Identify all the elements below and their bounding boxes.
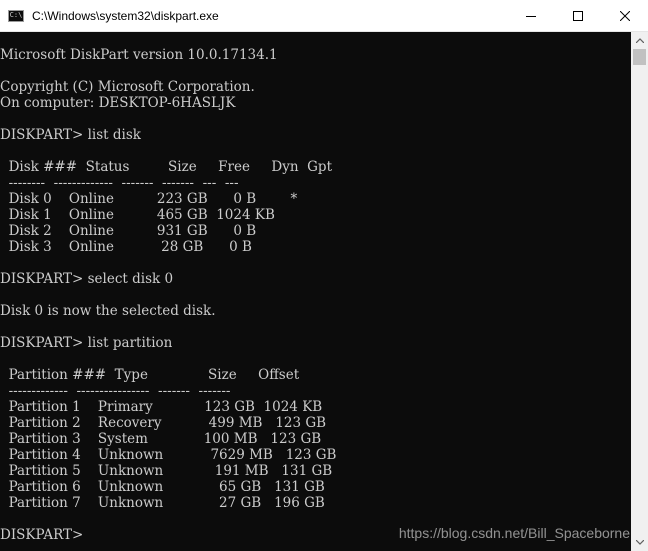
console-line: DISKPART> list partition: [0, 335, 173, 351]
console-output: Microsoft DiskPart version 10.0.17134.1 …: [0, 47, 336, 543]
console-line: Disk 3 Online 28 GB 0 B: [0, 239, 252, 255]
console-icon[interactable]: C:\: [8, 9, 24, 22]
console-line: Partition 4 Unknown 7629 MB 123 GB: [0, 447, 337, 463]
minimize-button[interactable]: [507, 0, 554, 31]
console-line: ------------- ---------------- ------- -…: [0, 383, 231, 399]
console-line: Partition 6 Unknown 65 GB 131 GB: [0, 479, 325, 495]
maximize-button[interactable]: [554, 0, 601, 31]
console-line: DISKPART> select disk 0: [0, 271, 174, 287]
console-line: DISKPART>: [0, 527, 88, 543]
console-area[interactable]: Microsoft DiskPart version 10.0.17134.1 …: [0, 32, 631, 551]
console-line: Copyright (C) Microsoft Corporation.: [0, 79, 255, 95]
console-line: Disk ### Status Size Free Dyn Gpt: [0, 159, 332, 175]
console-line: Partition 3 System 100 MB 123 GB: [0, 431, 322, 447]
chevron-up-icon: [635, 38, 644, 43]
console-line: Disk 0 is now the selected disk.: [0, 303, 216, 319]
close-button[interactable]: [601, 0, 648, 31]
maximize-icon: [572, 10, 583, 21]
console-line: DISKPART> list disk: [0, 127, 141, 143]
watermark: https://blog.csdn.net/Bill_Spaceborne: [398, 525, 630, 541]
scroll-up-button[interactable]: [631, 32, 648, 49]
scroll-thumb[interactable]: [633, 49, 646, 65]
chevron-down-icon: [635, 540, 644, 545]
console-line: -------- ------------- ------- ------- -…: [0, 175, 239, 191]
console-icon-glyph: C:\: [9, 11, 23, 19]
title-bar[interactable]: C:\ C:\Windows\system32\diskpart.exe: [0, 0, 648, 32]
console-line: Partition 5 Unknown 191 MB 131 GB: [0, 463, 333, 479]
window-controls: [507, 0, 648, 31]
vertical-scrollbar[interactable]: [631, 32, 648, 551]
console-line: Partition 7 Unknown 27 GB 196 GB: [0, 495, 325, 511]
window-title: C:\Windows\system32\diskpart.exe: [32, 8, 219, 23]
console-line: Microsoft DiskPart version 10.0.17134.1: [0, 47, 278, 63]
console-line: Partition 1 Primary 123 GB 1024 KB: [0, 399, 323, 415]
console-line: Disk 1 Online 465 GB 1024 KB: [0, 207, 275, 223]
close-icon: [619, 10, 630, 21]
console-line: Partition ### Type Size Offset: [0, 367, 300, 383]
console-line: Disk 2 Online 931 GB 0 B: [0, 223, 257, 239]
console-line: On computer: DESKTOP-6HASLJK: [0, 95, 236, 111]
scroll-down-button[interactable]: [631, 534, 648, 551]
console-line: Disk 0 Online 223 GB 0 B *: [0, 191, 298, 207]
console-line: Partition 2 Recovery 499 MB 123 GB: [0, 415, 327, 431]
minimize-icon: [525, 15, 536, 17]
